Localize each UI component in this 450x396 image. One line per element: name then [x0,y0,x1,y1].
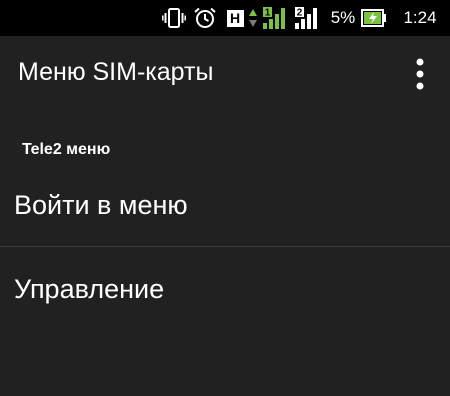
network-type-label: H [226,9,244,27]
network-h-icon: H [224,0,246,36]
sim1-label: 1 [265,8,271,19]
signal-sim1-icon: 1 [262,0,288,36]
sim2-label: 2 [297,8,303,19]
toolbar: Меню SIM-карты [0,36,450,114]
data-arrows-icon [247,0,259,36]
battery-charging-icon [360,0,388,36]
page-title: Меню SIM-карты [18,58,214,86]
menu-item-management[interactable]: Управление [0,250,450,332]
clock: 1:24 [403,8,437,27]
sim-toolkit-screen: H 1 2 5% 1:24 Меню SIM-карты Tele2 меню … [0,0,450,396]
list-divider [0,246,450,247]
section-header: Tele2 меню [22,141,111,158]
status-bar: H 1 2 5% 1:24 [0,0,450,36]
battery-percent: 5% [330,8,356,27]
alarm-icon [191,0,219,36]
more-vert-icon[interactable] [404,54,436,94]
vibrate-icon [160,0,188,36]
menu-item-label: Управление [14,274,165,304]
menu-item-label: Войти в меню [14,190,188,220]
menu-item-enter-menu[interactable]: Войти в меню [0,166,450,248]
signal-sim2-icon: 2 [294,0,320,36]
